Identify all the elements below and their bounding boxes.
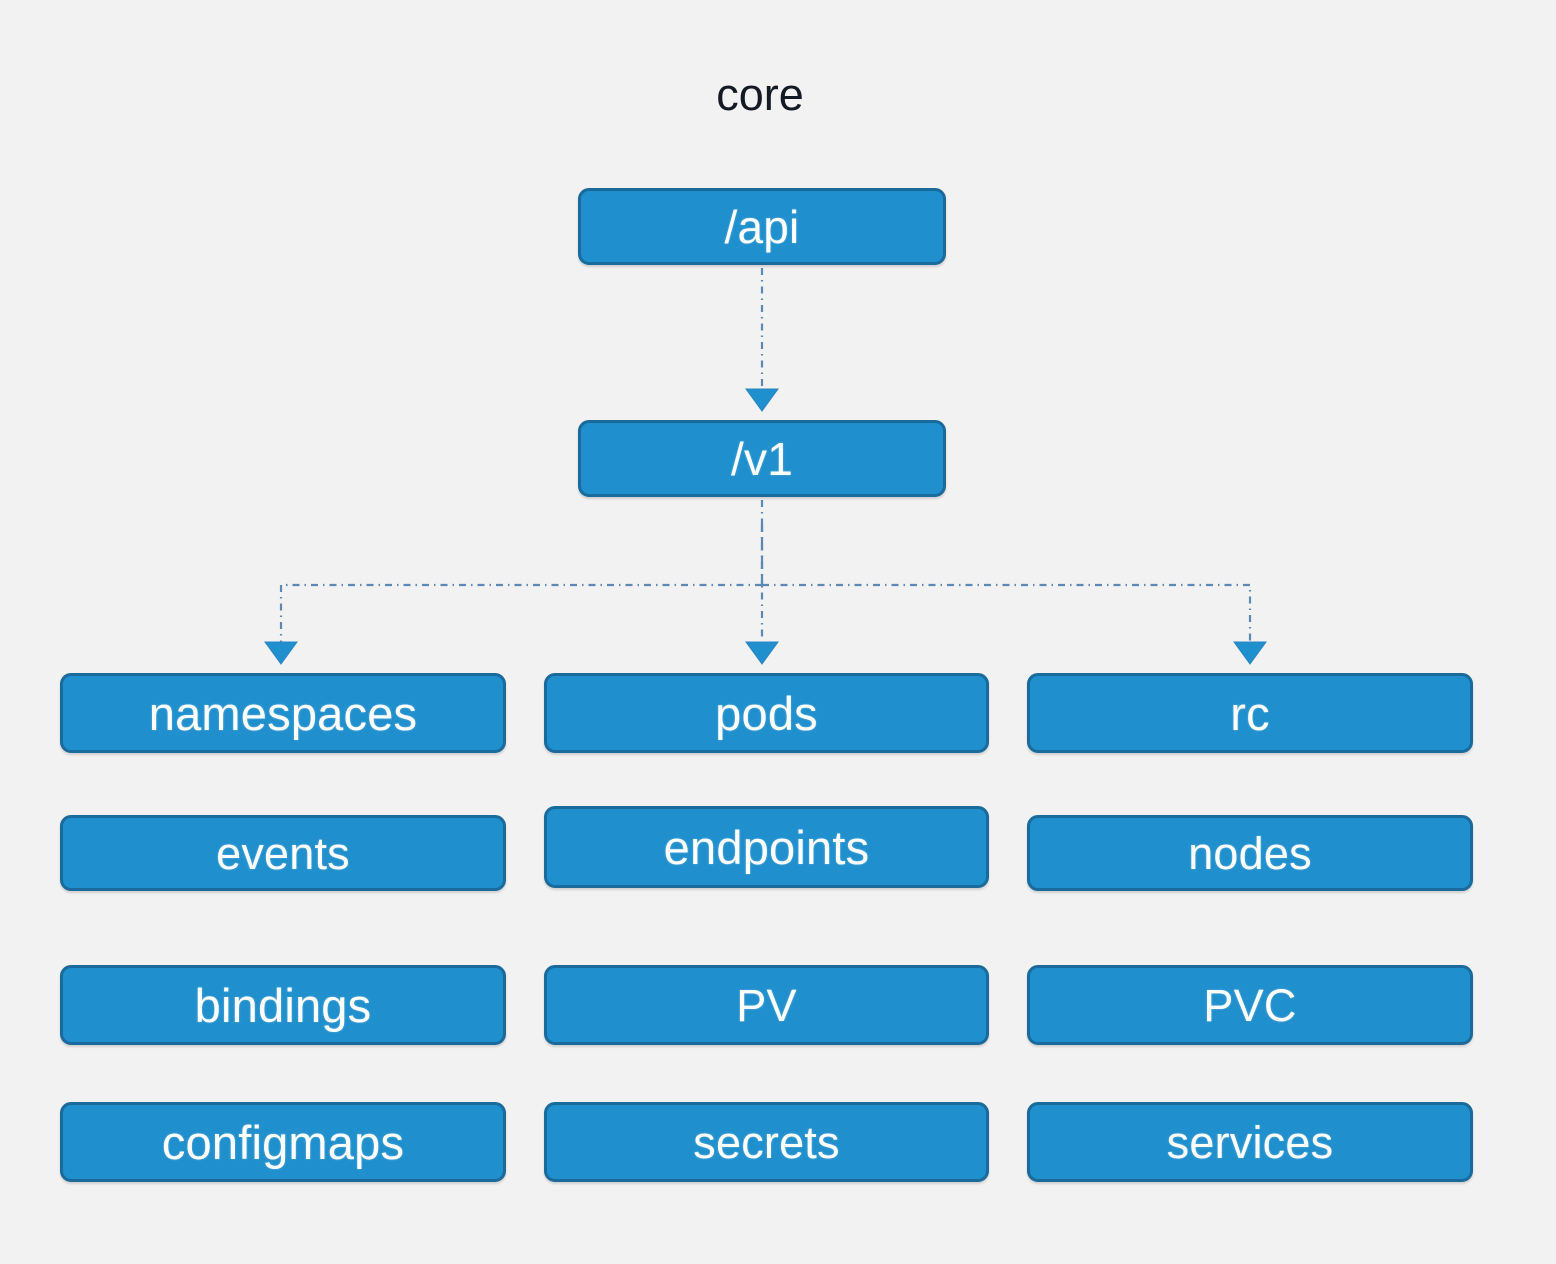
diagram-canvas: core /api/v1 namespaces pods rc events endpoi… <box>0 0 1556 1264</box>
node-label: services <box>1166 1116 1334 1168</box>
node-label: namespaces <box>148 686 418 740</box>
node-configmaps[interactable]: configmaps <box>60 1102 506 1182</box>
node-v1[interactable]: /v1 <box>578 420 946 497</box>
edge-arrowhead <box>1233 641 1267 665</box>
node-secrets[interactable]: secrets <box>544 1102 989 1182</box>
node-label: bindings <box>194 978 372 1032</box>
group-label-core: core <box>716 69 804 120</box>
node-pv[interactable]: PV <box>544 965 989 1045</box>
node-label: events <box>216 827 350 879</box>
node-label: PVC <box>1203 979 1297 1031</box>
node-services[interactable]: services <box>1027 1102 1473 1182</box>
node-label: /api <box>724 200 800 253</box>
node-label: secrets <box>693 1116 840 1168</box>
node-label: PV <box>736 979 797 1031</box>
node-namespaces[interactable]: namespaces <box>60 673 506 753</box>
node-label: configmaps <box>161 1115 405 1169</box>
edge-line <box>279 583 762 646</box>
node-label: rc <box>1230 686 1270 740</box>
edge-line <box>762 583 1252 646</box>
node-label: endpoints <box>663 820 870 874</box>
node-endpoints[interactable]: endpoints <box>544 806 989 888</box>
node-label: /v1 <box>731 432 793 485</box>
node-bindings[interactable]: bindings <box>60 965 506 1045</box>
node-label: pods <box>715 686 818 740</box>
node-label: nodes <box>1188 827 1312 879</box>
node-api[interactable]: /api <box>578 188 946 265</box>
node-nodes[interactable]: nodes <box>1027 815 1473 891</box>
node-rc[interactable]: rc <box>1027 673 1473 753</box>
edge-arrowhead <box>745 641 779 665</box>
edge-arrowhead <box>745 388 779 412</box>
node-pods[interactable]: pods <box>544 673 989 753</box>
edge-arrowhead <box>264 641 298 665</box>
node-events[interactable]: events <box>60 815 506 891</box>
node-pvc[interactable]: PVC <box>1027 965 1473 1045</box>
